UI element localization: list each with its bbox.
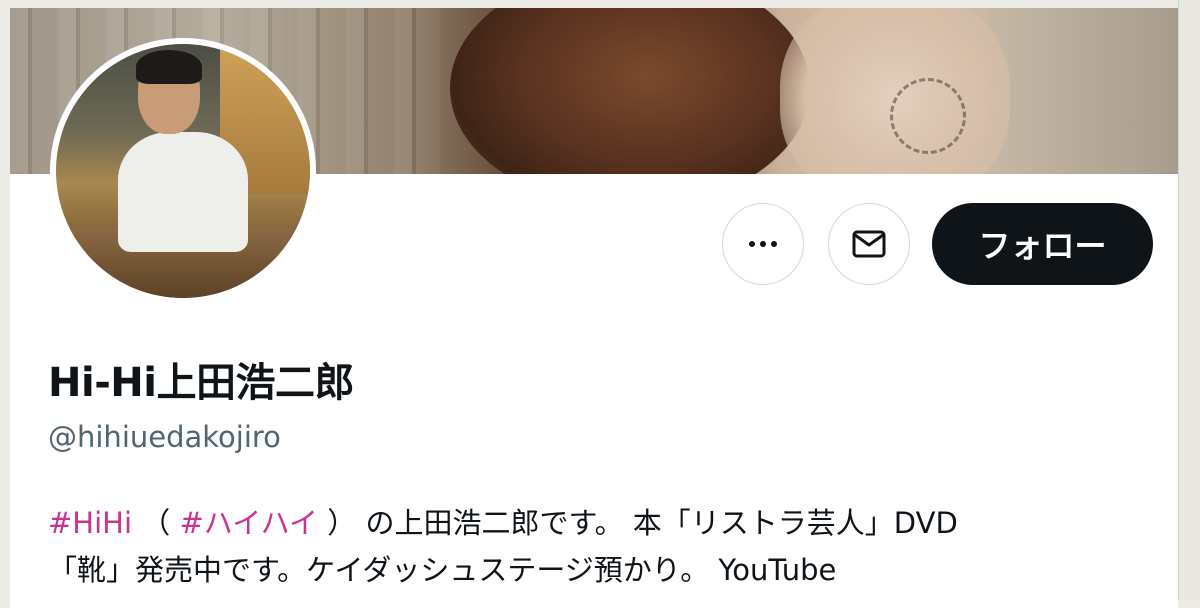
more-options-button[interactable]: [722, 203, 804, 285]
bio-text: ） の上田浩二郎です。 本「リストラ芸人」DVD: [318, 506, 958, 540]
profile-page: フォロー Hi-Hi上田浩二郎 @hihiuedakojiro #HiHi （ …: [10, 8, 1178, 608]
user-handle: @hihiuedakojiro: [48, 420, 281, 454]
bio-line-1: #HiHi （ #ハイハイ ） の上田浩二郎です。 本「リストラ芸人」DVD: [48, 500, 1158, 547]
hashtag-link-hihi[interactable]: #HiHi: [48, 506, 132, 540]
more-horizontal-icon: [749, 241, 777, 247]
message-button[interactable]: [828, 203, 910, 285]
bio-text: （: [132, 506, 180, 540]
bio-line-2: 「靴」発売中です。ケイダッシュステージ預かり。 YouTube: [48, 553, 837, 587]
hashtag-link-haihai[interactable]: #ハイハイ: [179, 506, 318, 540]
follow-button[interactable]: フォロー: [932, 203, 1153, 285]
avatar-photo: [56, 44, 310, 298]
display-name: Hi-Hi上田浩二郎: [48, 360, 354, 406]
profile-bio: #HiHi （ #ハイハイ ） の上田浩二郎です。 本「リストラ芸人」DVD 「…: [48, 500, 1158, 594]
envelope-icon: [852, 230, 886, 258]
window-edge: [1178, 0, 1200, 600]
profile-avatar[interactable]: [50, 38, 316, 304]
